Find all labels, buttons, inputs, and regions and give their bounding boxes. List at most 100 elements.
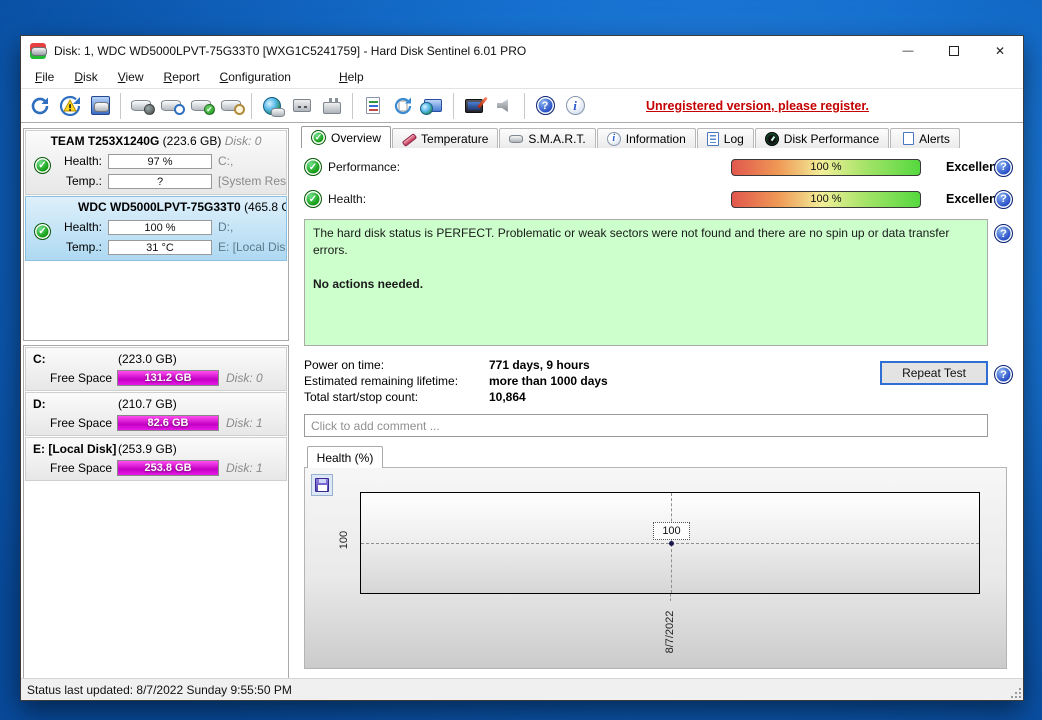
stat-start-stop-count: Total start/stop count:10,864 bbox=[304, 390, 418, 406]
volume-disk-label: Disk: 1 bbox=[226, 416, 263, 430]
tab-information[interactable]: Information bbox=[597, 128, 696, 148]
tab-temperature[interactable]: Temperature bbox=[392, 128, 498, 148]
health-rating: Excellent bbox=[946, 192, 1001, 206]
status-bar: Status last updated: 8/7/2022 Sunday 9:5… bbox=[21, 678, 1023, 700]
volume-letters: C:, bbox=[218, 154, 287, 168]
temp-label: Temp.: bbox=[56, 240, 102, 254]
disk-list-item-1-selected[interactable]: WDC WD5000LPVT-75G33T0 (465.8 GB) Disk: … bbox=[25, 196, 287, 261]
free-space-bar: 82.6 GB bbox=[117, 415, 219, 431]
help-icon[interactable] bbox=[530, 91, 560, 121]
floppy-icon bbox=[315, 478, 329, 492]
toolbar: Unregistered version, please register. bbox=[21, 89, 1023, 123]
y-axis-tick: 100 bbox=[338, 527, 350, 553]
volume-name: C: bbox=[33, 352, 46, 366]
refresh-icon[interactable] bbox=[25, 91, 55, 121]
status-actions: No actions needed. bbox=[313, 276, 979, 293]
tab-log[interactable]: Log bbox=[697, 128, 754, 148]
error-scan-icon[interactable] bbox=[55, 91, 85, 121]
volume-name: D: bbox=[33, 397, 46, 411]
report-icon[interactable] bbox=[358, 91, 388, 121]
help-icon[interactable] bbox=[994, 224, 1013, 243]
menu-help[interactable]: Help bbox=[329, 67, 374, 87]
temp-bar: 31 °C bbox=[108, 240, 212, 255]
temp-label: Temp.: bbox=[56, 174, 102, 188]
network-disk-icon[interactable] bbox=[257, 91, 287, 121]
sync-icon[interactable] bbox=[388, 91, 418, 121]
volume-list: C: (223.0 GB) Free Space 131.2 GB Disk: … bbox=[23, 345, 289, 679]
title-bar[interactable]: Disk: 1, WDC WD5000LPVT-75G33T0 [WXG1C52… bbox=[21, 36, 1023, 66]
comment-input[interactable] bbox=[304, 414, 988, 437]
ok-status-icon bbox=[304, 158, 322, 176]
free-space-label: Free Space bbox=[50, 416, 112, 430]
temp-bar: ? bbox=[108, 174, 212, 189]
menu-report[interactable]: Report bbox=[154, 67, 210, 87]
volume-disk-label: Disk: 1 bbox=[226, 461, 263, 475]
menu-view[interactable]: View bbox=[108, 67, 154, 87]
health-bar: 97 % bbox=[108, 154, 212, 169]
status-text: The hard disk status is PERFECT. Problem… bbox=[313, 225, 979, 259]
data-point-label: 100 bbox=[653, 522, 690, 540]
settings-icon[interactable] bbox=[459, 91, 489, 121]
menu-disk[interactable]: Disk bbox=[64, 67, 107, 87]
help-icon[interactable] bbox=[994, 158, 1013, 177]
health-label: Health: bbox=[328, 192, 366, 206]
disk-window-icon[interactable] bbox=[85, 91, 115, 121]
free-space-label: Free Space bbox=[50, 461, 112, 475]
tab-disk-performance[interactable]: Disk Performance bbox=[755, 128, 889, 148]
volume-letters: [System Reserved] bbox=[218, 174, 287, 188]
register-link[interactable]: Unregistered version, please register. bbox=[646, 99, 869, 113]
volume-item-d[interactable]: D: (210.7 GB) Free Space 82.6 GB Disk: 1 bbox=[25, 392, 287, 436]
status-bar-text: Status last updated: 8/7/2022 Sunday 9:5… bbox=[27, 683, 292, 697]
sound-icon[interactable] bbox=[489, 91, 519, 121]
tab-overview[interactable]: Overview bbox=[301, 126, 391, 148]
volume-item-c[interactable]: C: (223.0 GB) Free Space 131.2 GB Disk: … bbox=[25, 347, 287, 391]
volume-disk-label: Disk: 0 bbox=[226, 371, 263, 385]
toolbar-separator bbox=[120, 93, 121, 119]
disk-clock-icon[interactable] bbox=[156, 91, 186, 121]
remote-monitor-icon[interactable] bbox=[418, 91, 448, 121]
toolbar-separator bbox=[524, 93, 525, 119]
repeat-test-button[interactable]: Repeat Test bbox=[880, 361, 988, 385]
disk-list-item-0[interactable]: TEAM T253X1240G (223.6 GB) Disk: 0 Healt… bbox=[25, 130, 287, 195]
volume-name: E: [Local Disk] bbox=[33, 442, 116, 456]
desktop-wallpaper: Disk: 1, WDC WD5000LPVT-75G33T0 [WXG1C52… bbox=[0, 0, 1042, 720]
menu-file[interactable]: File bbox=[25, 67, 64, 87]
health-label: Health: bbox=[56, 220, 102, 234]
ok-status-icon bbox=[304, 190, 322, 208]
performance-rating: Excellent bbox=[946, 160, 1001, 174]
overview-check-icon bbox=[311, 130, 326, 145]
disk-tray-icon[interactable] bbox=[287, 91, 317, 121]
disk-title: WDC WD5000LPVT-75G33T0 (465.8 GB) Disk: … bbox=[26, 200, 286, 214]
tab-smart[interactable]: S.M.A.R.T. bbox=[499, 128, 595, 148]
disk-ok-icon[interactable] bbox=[186, 91, 216, 121]
minimize-button[interactable] bbox=[885, 36, 931, 66]
maximize-button[interactable] bbox=[931, 36, 977, 66]
app-window: Disk: 1, WDC WD5000LPVT-75G33T0 [WXG1C52… bbox=[20, 35, 1024, 701]
volume-letters: E: [Local Disk] bbox=[218, 240, 287, 254]
axis-tick-line bbox=[670, 594, 671, 601]
disk-search-icon[interactable] bbox=[216, 91, 246, 121]
health-label: Health: bbox=[56, 154, 102, 168]
close-button[interactable] bbox=[977, 36, 1023, 66]
data-point bbox=[669, 541, 674, 546]
help-icon[interactable] bbox=[994, 190, 1013, 209]
health-chart-tab[interactable]: Health (%) bbox=[307, 446, 383, 468]
info-icon[interactable] bbox=[560, 91, 590, 121]
volume-size: (210.7 GB) bbox=[118, 397, 177, 411]
health-row: Health: 100 % Excellent bbox=[304, 189, 1014, 209]
tab-alerts[interactable]: Alerts bbox=[890, 128, 960, 148]
tab-strip: Overview Temperature S.M.A.R.T. Informat… bbox=[301, 126, 961, 148]
save-chart-button[interactable] bbox=[311, 474, 333, 496]
thermometer-icon bbox=[402, 133, 416, 145]
toolbar-separator bbox=[453, 93, 454, 119]
health-meter: 100 % bbox=[731, 191, 921, 208]
health-chart-panel: Health (%) 100 100 8/7/2022 bbox=[304, 446, 1007, 669]
log-document-icon bbox=[707, 132, 719, 146]
resize-grip[interactable] bbox=[1009, 686, 1021, 698]
disk-power-icon[interactable] bbox=[126, 91, 156, 121]
volume-size: (253.9 GB) bbox=[118, 442, 177, 456]
volume-item-e[interactable]: E: [Local Disk] (253.9 GB) Free Space 25… bbox=[25, 437, 287, 481]
help-icon[interactable] bbox=[994, 365, 1013, 384]
menu-configuration[interactable]: Configuration bbox=[210, 67, 301, 87]
disk-plug-icon[interactable] bbox=[317, 91, 347, 121]
